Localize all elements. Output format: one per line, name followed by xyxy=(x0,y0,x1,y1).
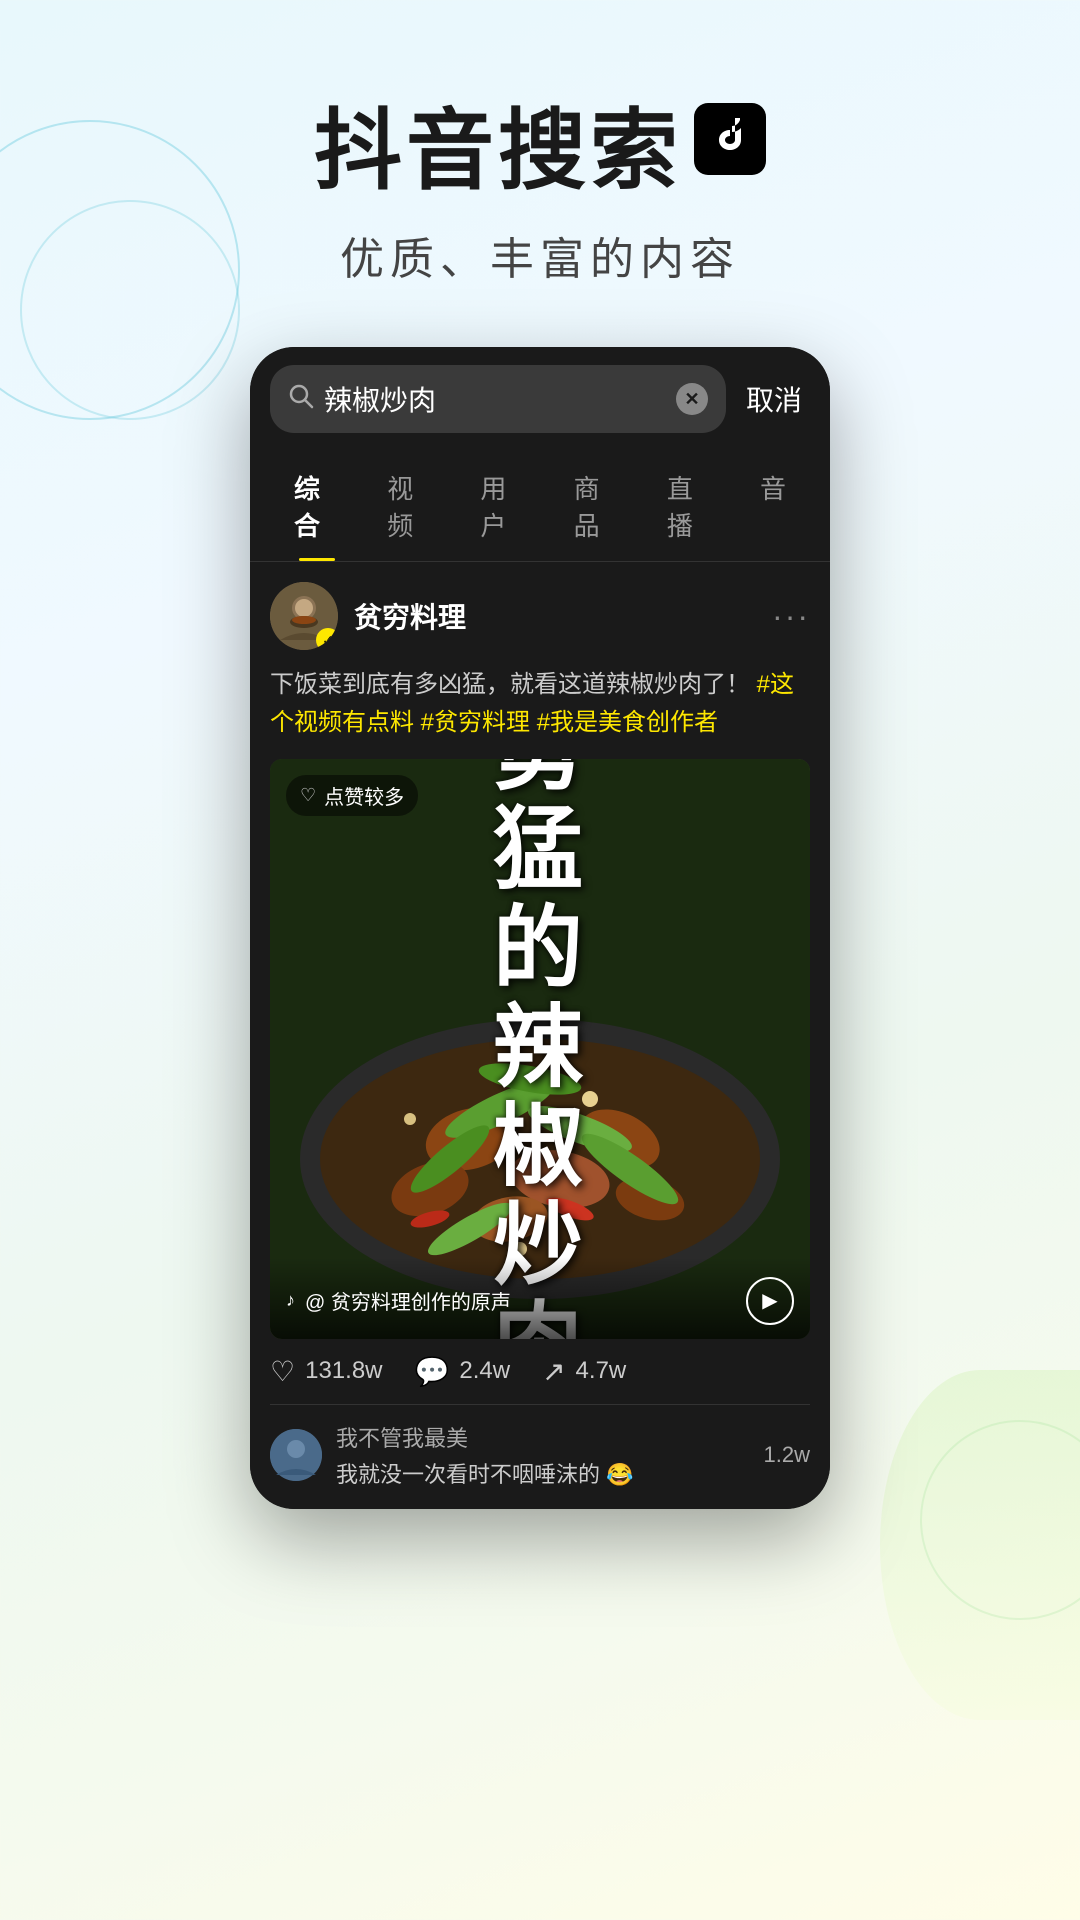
app-title-row: 抖音搜索 xyxy=(314,80,766,207)
tab-音[interactable]: 音 xyxy=(736,451,810,561)
bg-blob xyxy=(880,1370,1080,1720)
tab-商品[interactable]: 商品 xyxy=(550,451,643,561)
user-avatar[interactable]: ✓ xyxy=(270,582,338,650)
commenter-name: 我不管我最美 xyxy=(336,1421,750,1453)
share-stat-icon: ↗ xyxy=(542,1355,565,1388)
shares-stat[interactable]: ↗ 4.7w xyxy=(542,1355,626,1388)
video-thumbnail[interactable]: ♡ 点赞较多 勇猛的辣椒炒肉 ♪ @ 贫穷料理创作的原声 ▶ xyxy=(270,759,810,1339)
page-wrapper: 抖音搜索 优质、丰富的内容 xyxy=(0,0,1080,1920)
clear-search-button[interactable]: ✕ xyxy=(676,383,708,415)
content-area: ✓ 贫穷料理 ··· 下饭菜到底有多凶猛，就看这道辣椒炒肉了！ #这个视频有点料… xyxy=(250,562,830,1509)
tabs-bar: 综合 视频 用户 商品 直播 音 xyxy=(250,451,830,562)
video-text-overlay: 勇猛的辣椒炒肉 xyxy=(270,759,810,1339)
commenter-avatar xyxy=(270,1429,322,1481)
more-options-button[interactable]: ··· xyxy=(772,598,810,635)
post-header: ✓ 贫穷料理 ··· xyxy=(270,582,810,650)
tab-综合[interactable]: 综合 xyxy=(270,451,363,561)
tiktok-sound-icon: ♪ xyxy=(286,1290,295,1311)
hashtag-3[interactable]: #我是美食创作者 xyxy=(537,709,718,736)
search-query-text: 辣椒炒肉 xyxy=(324,379,666,419)
heart-stat-icon: ♡ xyxy=(270,1355,295,1388)
search-icon xyxy=(288,383,314,415)
cancel-search-button[interactable]: 取消 xyxy=(738,379,810,419)
verified-badge: ✓ xyxy=(316,628,338,650)
username[interactable]: 贫穷料理 xyxy=(354,596,466,636)
comment-text: 我就没一次看时不咽唾沫的 😂 xyxy=(336,1457,750,1489)
video-bottom-bar: ♪ @ 贫穷料理创作的原声 ▶ xyxy=(270,1257,810,1339)
stats-row: ♡ 131.8w 💬 2.4w ↗ 4.7w xyxy=(270,1355,810,1404)
video-big-text: 勇猛的辣椒炒肉 xyxy=(493,759,587,1339)
user-info: ✓ 贫穷料理 xyxy=(270,582,466,650)
comment-content: 我不管我最美 我就没一次看时不咽唾沫的 😂 xyxy=(336,1421,750,1489)
search-bar: 辣椒炒肉 ✕ 取消 xyxy=(250,347,830,451)
sound-info: ♪ @ 贫穷料理创作的原声 xyxy=(286,1286,511,1315)
comments-stat[interactable]: 💬 2.4w xyxy=(415,1355,511,1388)
hashtag-2[interactable]: #贫穷料理 xyxy=(421,709,530,736)
subtitle: 优质、丰富的内容 xyxy=(314,223,766,287)
post-description: 下饭菜到底有多凶猛，就看这道辣椒炒肉了！ #这个视频有点料 #贫穷料理 #我是美… xyxy=(270,666,810,743)
comment-stat-icon: 💬 xyxy=(415,1355,450,1388)
header-section: 抖音搜索 优质、丰富的内容 xyxy=(314,80,766,287)
tab-视频[interactable]: 视频 xyxy=(363,451,456,561)
search-input-area[interactable]: 辣椒炒肉 ✕ xyxy=(270,365,726,433)
tiktok-logo-icon xyxy=(708,112,752,166)
comment-likes-count: 1.2w xyxy=(764,1442,810,1468)
tab-用户[interactable]: 用户 xyxy=(456,451,549,561)
comment-preview: 我不管我最美 我就没一次看时不咽唾沫的 😂 1.2w xyxy=(270,1404,810,1489)
phone-mockup: 辣椒炒肉 ✕ 取消 综合 视频 用户 商品 直播 音 xyxy=(250,347,830,1509)
bg-decoration-2 xyxy=(20,200,240,420)
tiktok-logo xyxy=(694,103,766,175)
likes-stat[interactable]: ♡ 131.8w xyxy=(270,1355,383,1388)
play-button[interactable]: ▶ xyxy=(746,1277,794,1325)
tab-直播[interactable]: 直播 xyxy=(643,451,736,561)
main-title: 抖音搜索 xyxy=(314,80,682,207)
